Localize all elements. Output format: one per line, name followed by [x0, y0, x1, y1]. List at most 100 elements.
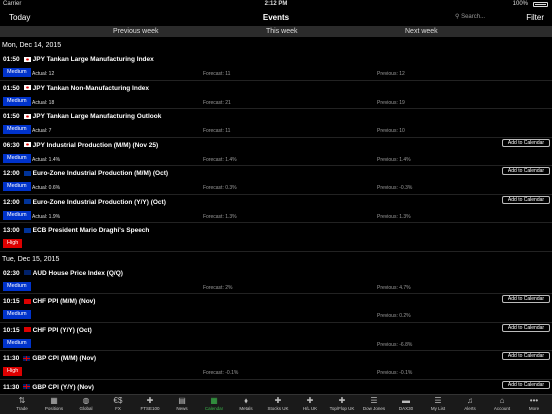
next-week-button[interactable]: Next week [405, 28, 438, 35]
uk-flag-icon: ✚ [146, 396, 154, 405]
event-row[interactable]: 10:15 CHF PPI (Y/Y) (Oct) Medium Previous: … [0, 323, 552, 351]
flag-eu-icon [23, 199, 31, 205]
tab-trade[interactable]: ⇅ Trade [4, 395, 40, 414]
previous-value: Previous: 10 [377, 128, 405, 134]
event-name: CHF PPI (Y/Y) (Oct) [32, 326, 92, 334]
forecast-value: Forecast: 21 [203, 99, 231, 106]
tab-my-list[interactable]: ☰ My List [420, 395, 456, 414]
filter-button[interactable]: Filter [526, 13, 544, 22]
add-to-calendar-button[interactable]: Add to Calendar [502, 323, 550, 332]
flag-eu-icon [23, 227, 31, 233]
previous-week-button[interactable]: Previous week [113, 28, 159, 35]
tab-news[interactable]: ▤ News [164, 395, 200, 414]
forecast-value: Forecast: 11 [203, 128, 231, 134]
forecast-value: Forecast: 1.4% [203, 156, 237, 163]
event-row[interactable]: 01:50 JPY Tankan Large Manufacturing Outl… [0, 109, 552, 138]
event-row[interactable]: 06:30 JPY Industrial Production (M/M) (No… [0, 138, 552, 166]
forecast-value: Forecast: 2% [203, 284, 233, 291]
event-name: Euro-Zone Industrial Production (M/M) (O… [32, 170, 169, 177]
tab-label: Global [79, 406, 93, 411]
tab-account[interactable]: ⌂ Account [484, 395, 520, 414]
add-to-calendar-button[interactable]: Add to Calendar [502, 352, 550, 360]
tab-calendar[interactable]: ▦ Calendar [196, 395, 232, 414]
add-to-calendar-button[interactable]: Add to Calendar [502, 295, 550, 303]
event-time: 10:15 [3, 326, 20, 334]
tab-dax30[interactable]: ▬ DAX30 [388, 395, 424, 414]
event-time: 11:30 [3, 383, 20, 391]
flag-jp-icon [23, 142, 31, 148]
tab-label: FX [115, 406, 121, 411]
importance-badge: Medium [3, 182, 31, 191]
event-row[interactable]: 01:50 JPY Tankan Large Manufacturing Inde… [0, 52, 552, 81]
event-time: 06:30 [3, 141, 20, 149]
add-to-calendar-button[interactable]: Add to Calendar [502, 195, 550, 204]
event-title: 02:30 AUD House Price Index (Q/Q) [3, 270, 123, 277]
event-row[interactable]: 11:30GBP CPI (Y/Y) (Nov)HighForecast: 0.… [0, 380, 552, 395]
event-row[interactable]: 02:30 AUD House Price Index (Q/Q) Medium Fo… [0, 266, 552, 294]
topflop-uk-icon: ✚ [338, 396, 346, 405]
flag-jp-icon [23, 56, 31, 62]
event-title: 11:30 GBP CPI (M/M) (Nov) [3, 355, 96, 362]
battery-percent: 100% [512, 1, 528, 7]
event-title: 01:50 JPY Tankan Large Manufacturing Inde… [3, 56, 154, 63]
flag-jp-icon [23, 85, 31, 91]
event-title: 10:15 CHF PPI (M/M) (Nov) [3, 298, 95, 305]
tab-top-flop-uk[interactable]: ✚ Top/Flop UK [324, 395, 360, 414]
tab-stocks-uk[interactable]: ✚ Stocks UK [260, 395, 296, 414]
add-to-calendar-button[interactable]: Add to Calendar [502, 380, 550, 389]
tab-label: Account [493, 406, 511, 411]
importance-badge: Medium [3, 338, 31, 348]
event-time: 12:00 [3, 170, 20, 177]
add-to-calendar-button[interactable]: Add to Calendar [502, 167, 550, 175]
event-row[interactable]: 13:00 ECB President Mario Draghi's Speech… [0, 223, 552, 252]
tab-label: My List [430, 406, 446, 411]
event-row[interactable]: 11:30 GBP CPI (M/M) (Nov) High Forecast: -0… [0, 351, 552, 380]
more-icon: ••• [529, 396, 539, 405]
event-row[interactable]: 01:50 JPY Tankan Non-Manufacturing Index M… [0, 81, 552, 109]
importance-badge: High [3, 239, 23, 248]
tab-metals[interactable]: ⬧ Metals [228, 395, 264, 414]
event-time: 01:50 [3, 84, 20, 92]
event-row[interactable]: 10:15 CHF PPI (M/M) (Nov) Medium Previous: … [0, 294, 552, 323]
tab-label: FTSE100 [140, 406, 160, 411]
mylist-icon: ☰ [434, 396, 442, 405]
event-time: 10:15 [3, 298, 20, 305]
event-row[interactable]: 12:00 Euro-Zone Industrial Production (M/… [0, 166, 552, 195]
event-row[interactable]: 12:00 Euro-Zone Industrial Production (Y/… [0, 195, 552, 223]
previous-value: Previous: 0.2% [377, 313, 411, 319]
tab-label: Trade [16, 406, 28, 411]
search-field[interactable]: ⚲ Search... [455, 13, 485, 20]
positions-icon: ▦ [50, 396, 58, 405]
event-name: CHF PPI (M/M) (Nov) [32, 298, 96, 305]
forecast-value: Forecast: 1.3% [203, 213, 237, 220]
add-to-calendar-button[interactable]: Add to Calendar [502, 138, 550, 147]
date-header: Mon, Dec 14, 2015 [2, 42, 62, 49]
event-name: ECB President Mario Draghi's Speech [32, 227, 150, 234]
event-time: 12:00 [3, 198, 20, 206]
flag-ch-icon [23, 298, 31, 304]
hl-uk-icon: ✚ [306, 396, 314, 405]
tab-h-l-uk[interactable]: ✚ H/L UK [292, 395, 328, 414]
tab-dow-jones[interactable]: ☰ Dow Jones [356, 395, 392, 414]
forecast-value: Forecast: 0.3% [203, 185, 237, 191]
actual-value: Actual: 0.6% [32, 185, 61, 191]
previous-value: Previous: 19 [377, 99, 405, 106]
tab-more[interactable]: ••• More [516, 395, 552, 414]
nav-bar: Today Events ⚲ Search... Filter [0, 9, 552, 26]
tab-global[interactable]: ◍ Global [68, 395, 104, 414]
event-title: 01:50 JPY Tankan Large Manufacturing Outl… [3, 113, 161, 120]
this-week-button[interactable]: This week [266, 28, 298, 35]
tab-label: Alerts [464, 406, 476, 411]
event-list[interactable]: Mon, Dec 14, 2015 01:50 JPY Tankan Large M… [0, 38, 552, 394]
tab-alerts[interactable]: ♫ Alerts [452, 395, 488, 414]
previous-value: Previous: -0.1% [377, 370, 413, 376]
tab-positions[interactable]: ▦ Positions [36, 395, 72, 414]
importance-badge: Medium [3, 281, 31, 291]
event-name: AUD House Price Index (Q/Q) [32, 269, 123, 277]
previous-value: Previous: -0.3% [377, 185, 413, 191]
event-title: 06:30 JPY Industrial Production (M/M) (No… [3, 142, 158, 149]
tab-ftse100[interactable]: ✚ FTSE100 [132, 395, 168, 414]
event-time: 13:00 [3, 227, 20, 234]
tab-fx[interactable]: €$ FX [100, 395, 136, 414]
date-header: Tue, Dec 15, 2015 [2, 255, 60, 263]
